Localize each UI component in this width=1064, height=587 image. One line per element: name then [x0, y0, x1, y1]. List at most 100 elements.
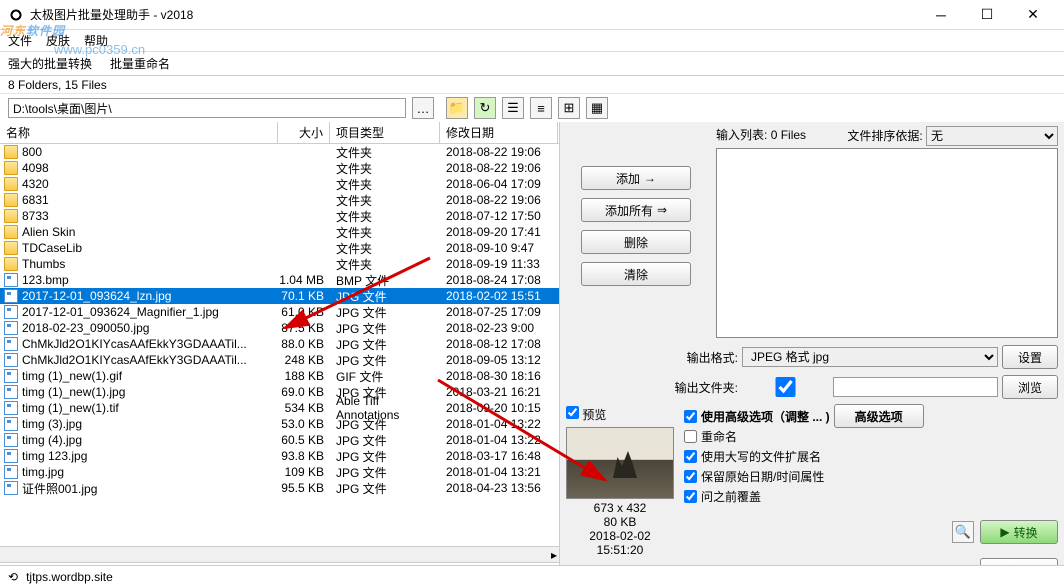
uppercase-check[interactable] — [684, 450, 697, 463]
table-row[interactable]: timg (1)_new(1).gif188 KBGIF 文件2018-08-3… — [0, 368, 559, 384]
table-row[interactable]: TDCaseLib文件夹2018-09-10 9:47 — [0, 240, 559, 256]
scroll-right-icon[interactable]: ▸ — [0, 546, 559, 562]
preview-check[interactable] — [566, 406, 579, 419]
file-name: timg (1)_new(1).gif — [22, 369, 122, 383]
close-icon[interactable]: ✕ — [1010, 0, 1056, 30]
image-file-icon — [4, 481, 18, 495]
file-date: 2018-01-04 13:21 — [440, 465, 558, 479]
file-type: JPG 文件 — [330, 448, 440, 465]
file-type: JPG 文件 — [330, 320, 440, 337]
thumb-date: 2018-02-02 15:51:20 — [566, 529, 674, 557]
file-type: 文件夹 — [330, 176, 440, 193]
col-date[interactable]: 修改日期 — [440, 122, 558, 143]
view-list-icon[interactable]: ☰ — [502, 97, 524, 119]
image-file-icon — [4, 273, 18, 287]
add-button[interactable]: 添加 → — [581, 166, 691, 190]
rename-check[interactable] — [684, 430, 697, 443]
table-row[interactable]: 2017-12-01_093624_Magnifier_1.jpg61.0 KB… — [0, 304, 559, 320]
input-file-list[interactable] — [716, 148, 1058, 338]
table-row[interactable]: 2017-12-01_093624_lzn.jpg70.1 KBJPG 文件20… — [0, 288, 559, 304]
file-name: Alien Skin — [22, 225, 75, 239]
view-thumb-icon[interactable]: ▦ — [586, 97, 608, 119]
file-size: 93.8 KB — [278, 449, 330, 463]
col-name[interactable]: 名称 — [0, 122, 278, 143]
table-row[interactable]: timg (3).jpg53.0 KBJPG 文件2018-01-04 13:2… — [0, 416, 559, 432]
use-advanced-check[interactable] — [684, 410, 697, 423]
file-date: 2018-03-21 16:21 — [440, 385, 558, 399]
table-row[interactable]: timg 123.jpg93.8 KBJPG 文件2018-03-17 16:4… — [0, 448, 559, 464]
table-row[interactable]: ChMkJld2O1KIYcasAAfEkkY3GDAAATil...248 K… — [0, 352, 559, 368]
browse-button[interactable]: 浏览 — [1002, 375, 1058, 399]
rename-row[interactable]: 重命名 — [684, 426, 1058, 446]
table-row[interactable]: 证件照001.jpg95.5 KBJPG 文件2018-04-23 13:56 — [0, 480, 559, 496]
use-advanced-row[interactable]: 使用高级选项（调整 ... ) 高级选项 — [684, 406, 1058, 426]
table-row[interactable]: 6831文件夹2018-08-22 19:06 — [0, 192, 559, 208]
table-row[interactable]: timg.jpg109 KBJPG 文件2018-01-04 13:21 — [0, 464, 559, 480]
overwrite-check[interactable] — [684, 490, 697, 503]
tool-batch-convert[interactable]: 强大的批量转换 — [8, 55, 92, 72]
minimize-icon[interactable]: ─ — [918, 0, 964, 30]
menu-skin[interactable]: 皮肤 — [46, 32, 70, 49]
convert-button[interactable]: ▶ 转换 — [980, 520, 1058, 544]
refresh-icon[interactable]: ↻ — [474, 97, 496, 119]
file-name: 4320 — [22, 177, 49, 191]
keepdate-check[interactable] — [684, 470, 697, 483]
view-detail-icon[interactable]: ≡ — [530, 97, 552, 119]
table-row[interactable]: timg (1)_new(1).tif534 KBAble Tiff Annot… — [0, 400, 559, 416]
path-input[interactable] — [8, 98, 406, 118]
table-row[interactable]: timg (1)_new(1).jpg69.0 KBJPG 文件2018-03-… — [0, 384, 559, 400]
file-type: 文件夹 — [330, 224, 440, 241]
file-size: 109 KB — [278, 465, 330, 479]
tool-batch-rename[interactable]: 批量重命名 — [110, 55, 170, 72]
file-date: 2018-01-04 13:22 — [440, 433, 558, 447]
preview-thumbnail — [566, 427, 674, 499]
app-icon — [8, 7, 24, 23]
table-row[interactable]: ChMkJld2O1KIYcasAAfEkkY3GDAAATil...88.0 … — [0, 336, 559, 352]
output-format-select[interactable]: JPEG 格式 jpg — [742, 347, 998, 367]
table-row[interactable]: 2018-02-23_090050.jpg87.5 KBJPG 文件2018-0… — [0, 320, 559, 336]
folder-icon — [4, 257, 18, 271]
uppercase-row[interactable]: 使用大写的文件扩展名 — [684, 446, 1058, 466]
table-row[interactable]: timg (4).jpg60.5 KBJPG 文件2018-01-04 13:2… — [0, 432, 559, 448]
table-row[interactable]: 4320文件夹2018-06-04 17:09 — [0, 176, 559, 192]
overwrite-row[interactable]: 问之前覆盖 — [684, 486, 1058, 506]
table-row[interactable]: 123.bmp1.04 MBBMP 文件2018-08-24 17:08 — [0, 272, 559, 288]
advanced-button[interactable]: 高级选项 — [834, 404, 924, 428]
file-date: 2018-02-02 15:51 — [440, 289, 558, 303]
file-date: 2018-07-12 17:50 — [440, 209, 558, 223]
keepdate-row[interactable]: 保留原始日期/时间属性 — [684, 466, 1058, 486]
table-row[interactable]: 800文件夹2018-08-22 19:06 — [0, 144, 559, 160]
sort-select[interactable]: 无 — [926, 126, 1058, 146]
file-date: 2018-01-04 13:22 — [440, 417, 558, 431]
table-row[interactable]: 4098文件夹2018-08-22 19:06 — [0, 160, 559, 176]
zoom-icon[interactable]: 🔍 — [952, 521, 974, 543]
output-folder-input[interactable] — [833, 377, 998, 397]
folder-icon — [4, 161, 18, 175]
table-row[interactable]: 8733文件夹2018-07-12 17:50 — [0, 208, 559, 224]
maximize-icon[interactable]: ☐ — [964, 0, 1010, 30]
image-file-icon — [4, 401, 18, 415]
remove-button[interactable]: 删除 — [581, 230, 691, 254]
path-browse-button[interactable]: … — [412, 97, 434, 119]
thumb-dims: 673 x 432 — [566, 501, 674, 515]
clear-button[interactable]: 清除 — [581, 262, 691, 286]
file-name: 6831 — [22, 193, 49, 207]
file-size: 95.5 KB — [278, 481, 330, 495]
file-type: 文件夹 — [330, 192, 440, 209]
folder-up-icon[interactable]: 📁 — [446, 97, 468, 119]
col-type[interactable]: 项目类型 — [330, 122, 440, 143]
table-row[interactable]: Alien Skin文件夹2018-09-20 17:41 — [0, 224, 559, 240]
menu-file[interactable]: 文件 — [8, 32, 32, 49]
add-all-button[interactable]: 添加所有 ⇒ — [581, 198, 691, 222]
output-folder-check[interactable] — [742, 377, 829, 397]
settings-button[interactable]: 设置 — [1002, 345, 1058, 369]
file-name: 2018-02-23_090050.jpg — [22, 321, 149, 335]
view-grid-icon[interactable]: ⊞ — [558, 97, 580, 119]
menu-help[interactable]: 帮助 — [84, 32, 108, 49]
preview-check-label[interactable]: 预览 — [566, 406, 674, 423]
file-date: 2018-07-25 17:09 — [440, 305, 558, 319]
file-size: 69.0 KB — [278, 385, 330, 399]
table-row[interactable]: Thumbs文件夹2018-09-19 11:33 — [0, 256, 559, 272]
col-size[interactable]: 大小 — [278, 122, 330, 143]
file-name: 2017-12-01_093624_lzn.jpg — [22, 289, 171, 303]
